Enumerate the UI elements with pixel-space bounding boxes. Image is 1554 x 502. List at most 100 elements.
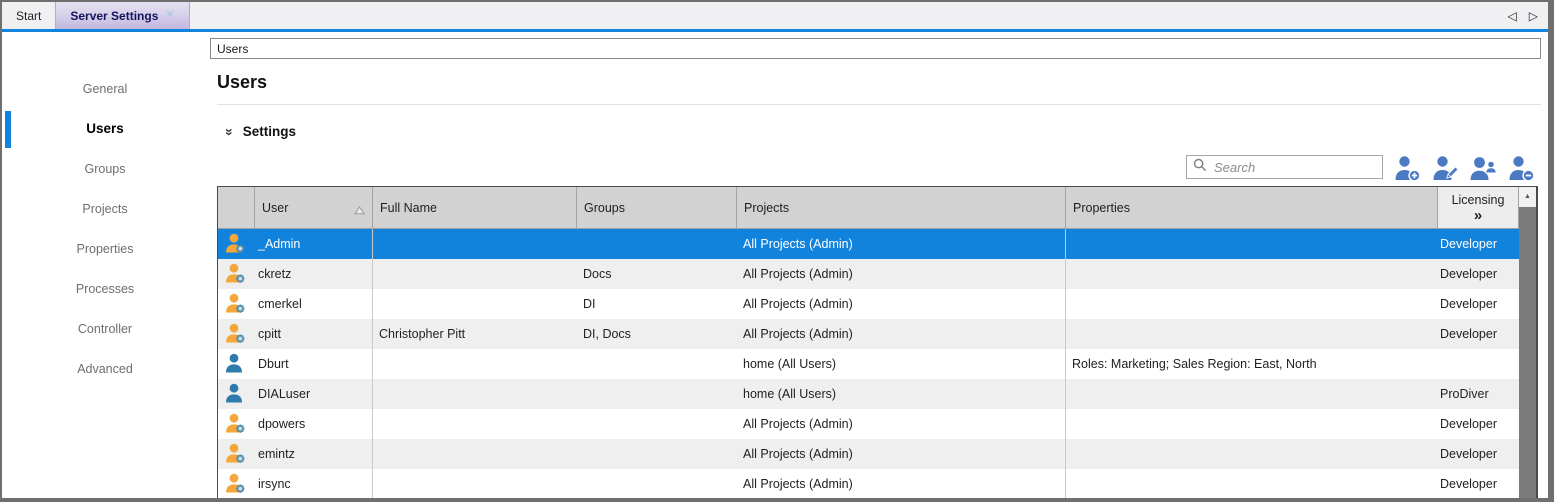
header-label: Full Name <box>380 201 437 215</box>
search-icon <box>1193 158 1207 177</box>
user-actions-toolbar <box>1392 153 1536 183</box>
user-type-icon-cell <box>218 229 255 259</box>
cell-licensing: ProDiver <box>1438 379 1519 409</box>
page-title: Users <box>217 72 267 93</box>
sidebar-item-general[interactable]: General <box>2 69 208 109</box>
column-header-projects[interactable]: Projects <box>737 187 1066 228</box>
admin-user-icon <box>224 292 249 316</box>
tab-close-icon[interactable]: ✕ <box>165 10 174 21</box>
tab-scroll-arrows: ◁ ▷ <box>1508 2 1538 29</box>
header-label: Projects <box>744 201 789 215</box>
header-label: Properties <box>1073 201 1130 215</box>
tab-server-settings[interactable]: Server Settings ✕ <box>55 2 189 29</box>
cell-user: dpowers <box>255 409 373 439</box>
cell-full_name <box>373 289 577 319</box>
table-row-emintz[interactable]: emintzAll Projects (Admin)Developer <box>218 439 1519 469</box>
cell-properties <box>1066 229 1438 259</box>
cell-projects: All Projects (Admin) <box>737 259 1066 289</box>
cell-projects: All Projects (Admin) <box>737 319 1066 349</box>
user-type-icon-cell <box>218 319 255 349</box>
cell-projects: All Projects (Admin) <box>737 289 1066 319</box>
cell-projects: All Projects (Admin) <box>737 229 1066 259</box>
cell-groups <box>577 379 737 409</box>
user-type-icon-cell <box>218 439 255 469</box>
cell-full_name <box>373 379 577 409</box>
plain-user-icon <box>224 352 249 376</box>
tab-bar: Start Server Settings ✕ ◁ ▷ <box>2 2 1548 32</box>
edit-user-button[interactable] <box>1430 153 1460 183</box>
sidebar-item-projects[interactable]: Projects <box>2 189 208 229</box>
cell-properties <box>1066 469 1438 498</box>
table-row-ckretz[interactable]: ckretzDocsAll Projects (Admin)Developer <box>218 259 1519 289</box>
sidebar-item-advanced[interactable]: Advanced <box>2 349 208 389</box>
cell-properties: Roles: Marketing; Sales Region: East, No… <box>1066 349 1438 379</box>
table-row-cpitt[interactable]: cpittChristopher PittDI, DocsAll Project… <box>218 319 1519 349</box>
sidebar-item-properties[interactable]: Properties <box>2 229 208 269</box>
users-table-main: User Full Name Groups Projects Properties Lic… <box>218 187 1519 498</box>
cell-groups <box>577 229 737 259</box>
table-row-irsync[interactable]: irsyncAll Projects (Admin)Developer <box>218 469 1519 498</box>
admin-user-icon <box>224 322 249 346</box>
column-header-full_name[interactable]: Full Name <box>373 187 577 228</box>
cell-groups: DI <box>577 289 737 319</box>
cell-projects: home (All Users) <box>737 379 1066 409</box>
table-row-_Admin[interactable]: _Admin All Projects (Admin) Developer <box>218 229 1519 259</box>
search-input[interactable] <box>1212 159 1376 176</box>
admin-user-icon <box>224 412 249 436</box>
remove-user-button[interactable] <box>1506 153 1536 183</box>
scrollbar-thumb[interactable] <box>1519 207 1536 498</box>
cell-licensing: Developer <box>1438 229 1519 259</box>
settings-section-header[interactable]: » Settings <box>226 124 296 139</box>
cell-groups: Docs <box>577 259 737 289</box>
copy-user-button[interactable] <box>1468 153 1498 183</box>
cell-projects: home (All Users) <box>737 349 1066 379</box>
sidebar-item-users[interactable]: Users <box>2 109 208 149</box>
table-body: _Admin All Projects (Admin) Developerckret… <box>218 229 1519 498</box>
tab-start[interactable]: Start <box>2 2 55 29</box>
cell-user: _Admin <box>255 229 373 259</box>
sidebar-item-processes[interactable]: Processes <box>2 269 208 309</box>
plain-user-icon <box>224 382 249 406</box>
admin-user-icon <box>224 262 249 286</box>
table-row-DIALuser[interactable]: DIALuserhome (All Users)ProDiver <box>218 379 1519 409</box>
tab-scroll-left-icon[interactable]: ◁ <box>1508 9 1517 23</box>
tab-server-settings-label: Server Settings <box>70 9 158 23</box>
column-header-user[interactable]: User <box>255 187 373 228</box>
cell-projects: All Projects (Admin) <box>737 409 1066 439</box>
sort-ascending-icon <box>354 204 365 218</box>
cell-user: irsync <box>255 469 373 498</box>
table-row-cmerkel[interactable]: cmerkelDIAll Projects (Admin)Developer <box>218 289 1519 319</box>
user-type-icon-cell <box>218 379 255 409</box>
sidebar: GeneralUsersGroupsProjectsPropertiesProc… <box>2 32 208 498</box>
tab-scroll-right-icon[interactable]: ▷ <box>1529 9 1538 23</box>
cell-properties <box>1066 319 1438 349</box>
cell-user: Dburt <box>255 349 373 379</box>
sidebar-item-controller[interactable]: Controller <box>2 309 208 349</box>
licensing-expand-icon[interactable]: » <box>1474 208 1482 223</box>
cell-groups <box>577 409 737 439</box>
users-table: User Full Name Groups Projects Properties Lic… <box>217 186 1538 498</box>
add-user-button[interactable] <box>1392 153 1422 183</box>
cell-groups <box>577 439 737 469</box>
cell-full_name: Christopher Pitt <box>373 319 577 349</box>
column-header-groups[interactable]: Groups <box>577 187 737 228</box>
cell-properties <box>1066 409 1438 439</box>
admin-user-icon <box>224 232 249 256</box>
column-header-properties[interactable]: Properties <box>1066 187 1438 228</box>
column-header-licensing[interactable]: Licensing » <box>1438 187 1519 228</box>
column-header-icon[interactable] <box>218 187 255 228</box>
table-row-Dburt[interactable]: Dburt home (All Users)Roles: Marketing; S… <box>218 349 1519 379</box>
header-label: User <box>262 201 288 215</box>
cell-full_name <box>373 349 577 379</box>
section-path-input[interactable] <box>210 38 1541 59</box>
app-window: Start Server Settings ✕ ◁ ▷ GeneralUsers… <box>0 0 1554 502</box>
table-row-dpowers[interactable]: dpowersAll Projects (Admin)Developer <box>218 409 1519 439</box>
tab-start-label: Start <box>16 9 41 23</box>
scroll-up-icon[interactable]: ▲ <box>1519 187 1536 205</box>
sidebar-item-groups[interactable]: Groups <box>2 149 208 189</box>
cell-groups: DI, Docs <box>577 319 737 349</box>
cell-full_name <box>373 259 577 289</box>
collapse-chevron-icon[interactable]: » <box>223 128 237 136</box>
title-divider <box>217 104 1541 105</box>
vertical-scrollbar[interactable]: ▲ <box>1519 187 1536 498</box>
